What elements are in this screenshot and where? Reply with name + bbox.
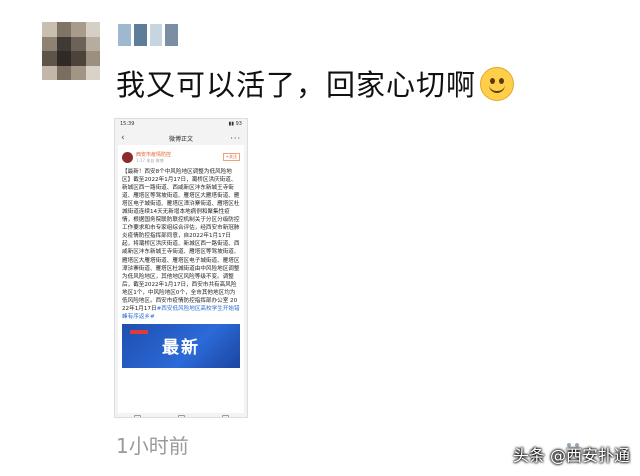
back-icon: ‹: [121, 133, 125, 143]
comment-icon: [177, 414, 185, 417]
smiling-face-emoji-icon: [480, 67, 515, 101]
screenshot-follow-button: +关注: [222, 153, 240, 161]
screenshot-status-right: ▮▮ 93: [228, 121, 242, 127]
post-text: 我又可以活了，回家心切啊: [116, 62, 515, 104]
screenshot-account-name: 西安市疫情防控: [136, 151, 172, 158]
screenshot-post-body: 【最新！西安8个中风险地区调整为低风险地区】截至2022年1月17日，灞桥区洪庆…: [122, 168, 240, 321]
like-icon: [221, 414, 229, 417]
screenshot-nav-title: 微博正文: [168, 135, 193, 143]
screenshot-account-avatar: [122, 151, 133, 163]
post-time: 1小时前: [116, 434, 189, 458]
screenshot-bottom-bar: [115, 413, 247, 417]
watermark: 头条 @西安扑通: [512, 446, 630, 465]
post-text-content: 我又可以活了，回家心切啊: [116, 68, 477, 102]
forward-icon: [133, 414, 141, 417]
screenshot-status-bar: 15:39 ▮▮ 93: [115, 119, 247, 131]
screenshot-post-text: 【最新！西安8个中风险地区调整为低风险地区】截至2022年1月17日，灞桥区洪庆…: [122, 169, 240, 312]
screenshot-banner-label: 最新: [162, 338, 200, 359]
more-icon: ···: [230, 133, 241, 143]
attached-image[interactable]: 15:39 ▮▮ 93 ‹ 微博正文 ··· 西安市疫情防控 1-17 来自 微…: [114, 118, 248, 418]
screenshot-account-meta: 1-17 来自 微博: [136, 157, 164, 163]
screenshot-status-time: 15:39: [120, 121, 135, 127]
screenshot-post-header: 西安市疫情防控 1-17 来自 微博 +关注: [122, 149, 240, 165]
screenshot-nav-bar: ‹ 微博正文 ···: [115, 131, 247, 145]
avatar[interactable]: [42, 22, 100, 80]
screenshot-news-banner: 最新: [122, 323, 240, 368]
nickname-mosaic[interactable]: [118, 24, 178, 46]
screenshot-post-card: 西安市疫情防控 1-17 来自 微博 +关注 【最新！西安8个中风险地区调整为低…: [118, 145, 244, 413]
